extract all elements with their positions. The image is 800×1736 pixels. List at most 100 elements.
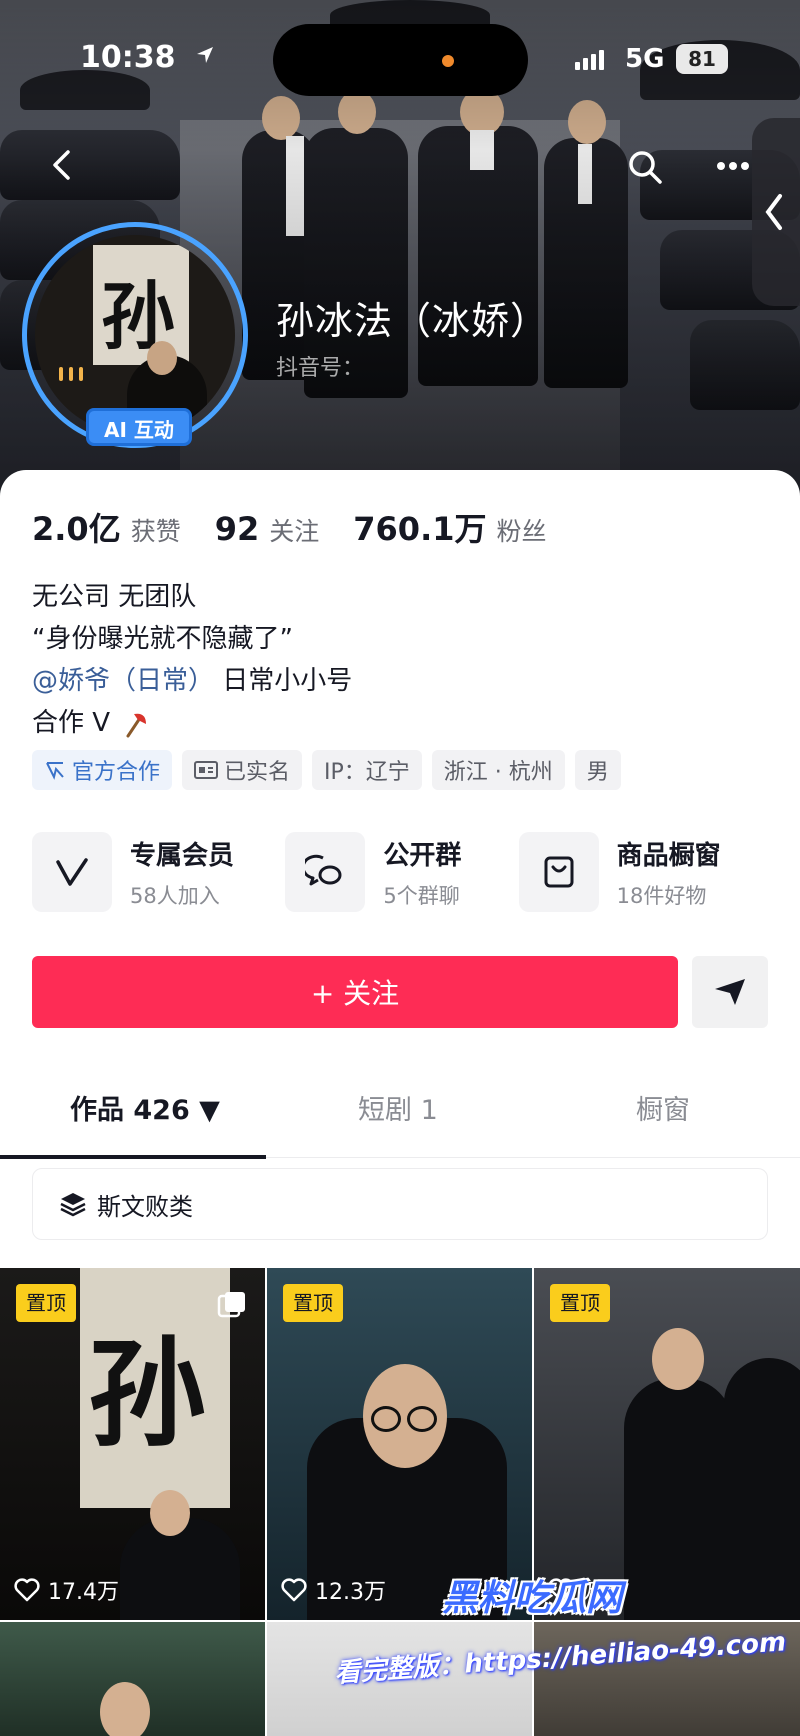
tab-works[interactable]: 作品 426 ▼ <box>70 1088 220 1127</box>
bio-line: 合作 V <box>32 702 352 744</box>
video-tile[interactable] <box>0 1622 265 1736</box>
profile-cover: 10:38 5G 81 孙 AI 互动 孙冰法（冰娇） 抖音号： <box>0 0 800 500</box>
feature-group[interactable]: 公开群 5个群聊 <box>285 832 518 912</box>
video-grid: 孙 置顶 17.4万 置顶 12.3万 置顶 万 <box>0 1268 800 1736</box>
video-thumbnail-face <box>150 1490 190 1536</box>
pinned-badge: 置顶 <box>550 1284 610 1322</box>
multi-image-icon <box>217 1292 245 1318</box>
like-count: 万 <box>548 1574 604 1606</box>
video-tile[interactable]: 孙 置顶 17.4万 <box>0 1268 265 1620</box>
tag-label: 男 <box>586 760 609 785</box>
pinned-badge: 置顶 <box>16 1284 76 1322</box>
collection-label: 斯文败类 <box>97 1192 193 1221</box>
back-icon[interactable] <box>46 148 80 182</box>
axe-icon <box>126 713 147 737</box>
bio-line: 无公司 无团队 <box>32 582 197 612</box>
video-thumbnail-figure <box>624 1378 734 1620</box>
glasses-icon <box>371 1406 401 1432</box>
official-collab-tag[interactable]: 官方合作 <box>32 750 173 790</box>
shop-bag-icon <box>518 832 599 912</box>
group-chat-icon <box>285 832 366 912</box>
profile-bio: 无公司 无团队 “身份曝光就不隐藏了” @娇爷（日常） 日常小小号 合作 V <box>32 576 352 744</box>
video-tile[interactable] <box>267 1622 532 1736</box>
video-thumbnail-face <box>100 1682 150 1736</box>
followers-count[interactable]: 760.1万 <box>353 504 486 550</box>
feature-vip[interactable]: 专属会员 58人加入 <box>32 832 285 912</box>
search-icon[interactable] <box>626 148 664 186</box>
status-time: 10:38 <box>80 40 176 75</box>
side-drawer-tab[interactable] <box>752 118 800 306</box>
feature-subtitle: 5个群聊 <box>383 883 460 908</box>
following-count[interactable]: 92 <box>215 510 260 548</box>
tab-showcase[interactable]: 橱窗 <box>636 1088 690 1127</box>
avatar-figure-head <box>147 341 177 375</box>
like-count: 17.4万 <box>14 1574 119 1606</box>
id-card-icon <box>194 761 219 779</box>
bio-line-text: 合作 V <box>32 708 111 738</box>
signal-icon <box>575 48 604 70</box>
feature-subtitle: 58人加入 <box>130 883 220 908</box>
douyin-id[interactable]: 抖音号： <box>276 350 364 382</box>
gender-tag: 男 <box>574 750 621 790</box>
tag-label: 浙江 · 杭州 <box>443 760 553 785</box>
send-message-button[interactable] <box>692 956 768 1028</box>
paper-plane-icon <box>715 979 745 1005</box>
mention-suffix: 日常小小号 <box>222 666 353 696</box>
follow-button[interactable]: + 关注 <box>32 956 678 1028</box>
ai-interaction-badge[interactable]: AI 互动 <box>86 408 192 446</box>
like-count-value: 万 <box>582 1580 605 1605</box>
content-tabs: 作品 426 ▼ 短剧 1 橱窗 <box>0 1054 800 1159</box>
tag-row: 官方合作 已实名 IP：辽宁 浙江 · 杭州 男 <box>32 750 621 790</box>
following-label: 关注 <box>269 517 320 546</box>
location-tag: 浙江 · 杭州 <box>431 750 565 790</box>
active-tab-indicator <box>0 1155 266 1159</box>
video-tile[interactable] <box>534 1622 800 1736</box>
vip-icon <box>32 832 112 912</box>
layers-icon <box>60 1193 86 1217</box>
mention-link[interactable]: @娇爷（日常） <box>32 666 214 696</box>
recording-dot <box>442 55 454 67</box>
tab-short-drama[interactable]: 短剧 1 <box>358 1088 438 1127</box>
glasses-icon <box>407 1406 437 1432</box>
video-tile[interactable]: 置顶 万 <box>534 1268 800 1620</box>
bio-line: @娇爷（日常） 日常小小号 <box>32 660 352 702</box>
chevron-left-icon <box>765 194 782 230</box>
video-tile[interactable]: 置顶 12.3万 <box>267 1268 532 1620</box>
dynamic-island <box>273 24 528 96</box>
tag-label: 已实名 <box>224 760 291 785</box>
likes-count[interactable]: 2.0亿 <box>32 504 121 550</box>
feature-title: 商品橱窗 <box>616 840 721 871</box>
candle-icon <box>59 367 63 381</box>
video-thumbnail-figure <box>724 1358 800 1620</box>
feature-title: 专属会员 <box>130 840 235 871</box>
pinned-badge: 置顶 <box>283 1284 343 1322</box>
heart-icon <box>14 1578 40 1602</box>
stats-row: 2.0亿 获赞 92 关注 760.1万 粉丝 <box>32 504 581 550</box>
tag-label: 官方合作 <box>72 760 161 785</box>
followers-label: 粉丝 <box>496 517 547 546</box>
collection-chip[interactable]: 斯文败类 <box>32 1168 768 1240</box>
video-thumbnail-glyph: 孙 <box>88 1324 207 1463</box>
heart-icon <box>548 1578 574 1602</box>
like-count: 12.3万 <box>281 1574 386 1606</box>
like-count-value: 17.4万 <box>48 1580 119 1605</box>
network-type: 5G <box>625 44 665 74</box>
bio-line: “身份曝光就不隐藏了” <box>32 624 293 654</box>
like-count-value: 12.3万 <box>315 1580 386 1605</box>
candle-icon <box>69 367 73 381</box>
official-collab-icon <box>46 762 64 780</box>
video-thumbnail-figure <box>120 1518 240 1620</box>
feature-title: 公开群 <box>383 840 462 871</box>
tag-label: IP：辽宁 <box>324 760 410 785</box>
location-arrow-icon <box>197 47 213 63</box>
profile-card: 2.0亿 获赞 92 关注 760.1万 粉丝 无公司 无团队 “身份曝光就不隐… <box>0 470 800 1736</box>
avatar[interactable]: 孙 <box>35 235 235 435</box>
feature-row: 专属会员 58人加入 公开群 5个群聊 商品橱窗 18件好物 <box>32 832 772 912</box>
feature-shop[interactable]: 商品橱窗 18件好物 <box>518 832 772 912</box>
feature-subtitle: 18件好物 <box>616 883 707 908</box>
battery-indicator: 81 <box>676 44 728 74</box>
video-thumbnail-face <box>652 1328 704 1390</box>
more-icon[interactable] <box>716 160 750 172</box>
verified-tag[interactable]: 已实名 <box>182 750 303 790</box>
heart-icon <box>281 1578 307 1602</box>
